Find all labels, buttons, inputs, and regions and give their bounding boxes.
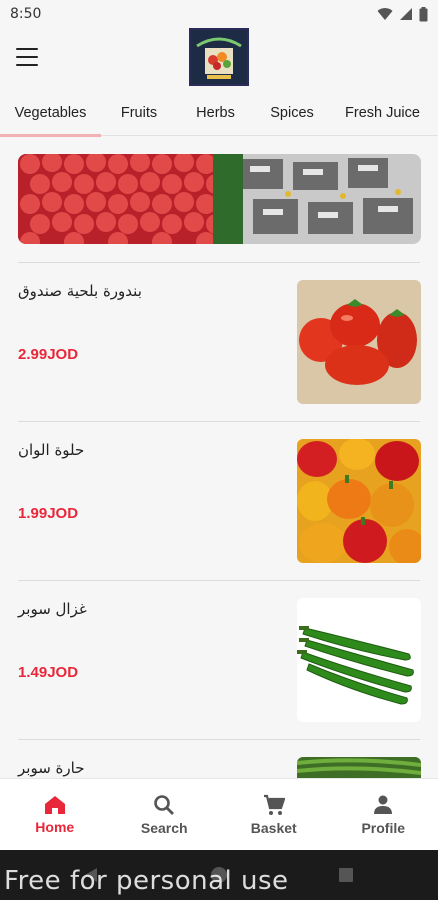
product-image-peppers [297,439,421,563]
product-price: 1.49JOD [18,664,79,681]
battery-icon [419,6,428,21]
divider [18,262,420,263]
tab-herbs[interactable]: Herbs [177,90,254,136]
divider [18,739,420,740]
nav-search-label: Search [140,819,188,836]
nav-home[interactable]: Home [0,779,110,850]
tab-spices[interactable]: Spices [254,90,330,136]
nav-profile[interactable]: Profile [329,779,438,850]
signal-icon [400,8,412,20]
tab-vegetables[interactable]: Vegetables [0,90,101,137]
watermark-text: Free for personal use [4,866,289,896]
product-card[interactable]: بندورة بلحية صندوق 2.99JOD [18,280,421,404]
status-icons [377,6,428,22]
divider [18,421,420,422]
product-list: بندورة بلحية صندوق 2.99JOD حلوة الوان 1.… [0,137,438,778]
product-image-tomato [297,280,421,404]
wifi-icon [377,8,393,20]
product-name: غزال سوبر [18,600,87,618]
category-tabs: Vegetables Fruits Herbs Spices Fresh Jui… [0,90,438,137]
menu-icon[interactable] [14,45,40,69]
product-image-hot-pepper [297,757,421,778]
search-icon [154,794,175,815]
nav-profile-label: Profile [361,819,406,836]
nav-home-label: Home [35,818,75,835]
product-name: بندورة بلحية صندوق [18,282,142,300]
status-time: 8:50 [10,6,42,22]
product-card[interactable]: حلوة الوان 1.99JOD [18,439,421,563]
tab-fresh-juice[interactable]: Fresh Juice [330,90,435,136]
product-card[interactable]: حارة سوبر [18,757,421,778]
store-logo [189,28,249,86]
person-icon [374,795,393,814]
nav-basket-label: Basket [250,819,297,836]
product-price: 1.99JOD [18,505,79,522]
product-name: حلوة الوان [18,441,85,459]
nav-basket[interactable]: Basket [219,779,329,850]
tab-fruits[interactable]: Fruits [101,90,177,136]
product-image-green-chili [297,598,421,722]
cart-icon [263,794,285,815]
status-bar: 8:50 [0,0,438,28]
product-card[interactable]: غزال سوبر 1.49JOD [18,598,421,722]
product-price: 2.99JOD [18,346,79,363]
nav-search[interactable]: Search [110,779,220,850]
home-icon [44,795,65,814]
divider [18,580,420,581]
recents-icon[interactable] [337,866,355,884]
promo-banner[interactable] [18,154,421,244]
bottom-navigation: Home Search Basket Profile [0,778,438,850]
app-bar [0,28,438,90]
product-name: حارة سوبر [18,759,85,777]
